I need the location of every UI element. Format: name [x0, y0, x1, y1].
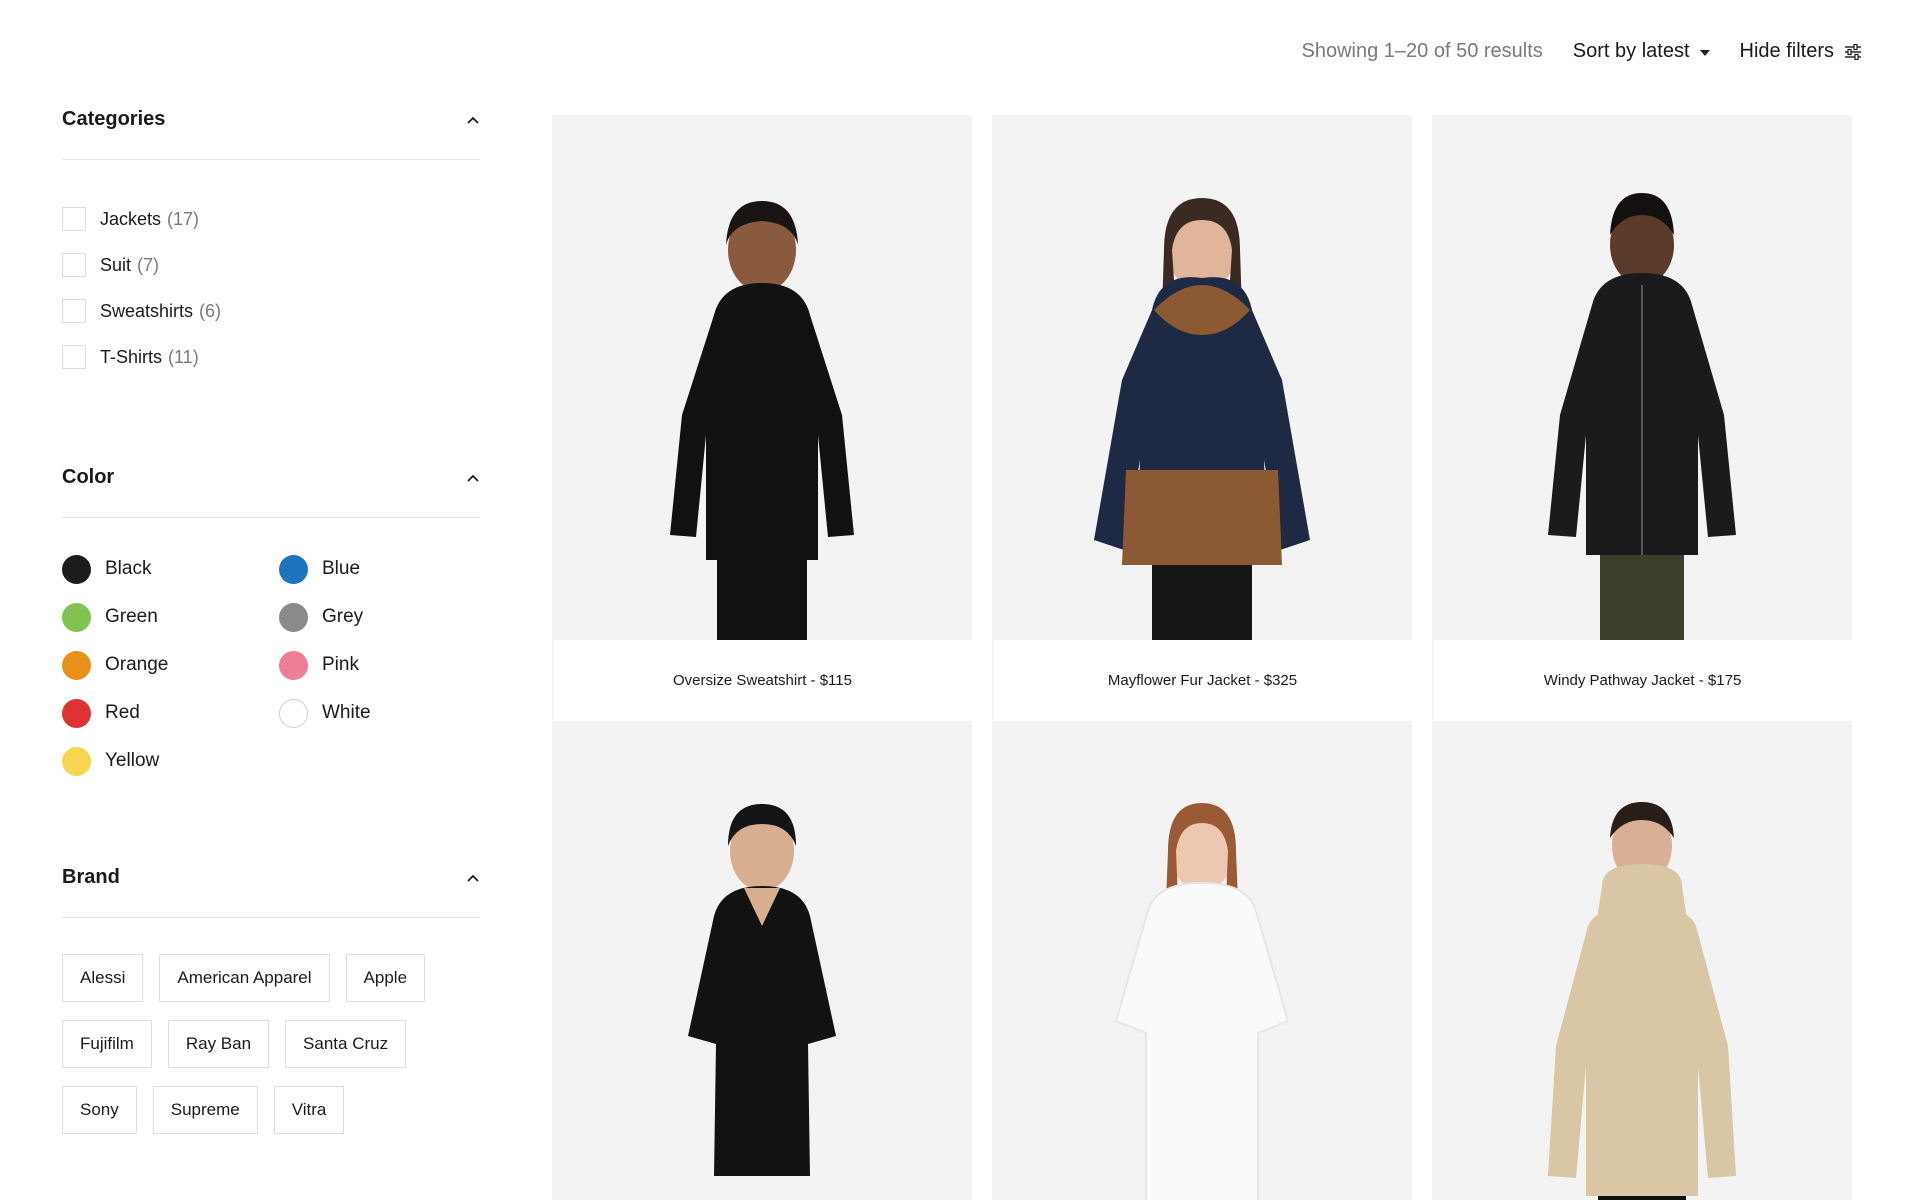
brand-tag-ray-ban[interactable]: Ray Ban: [167, 1020, 270, 1068]
model-photo: [670, 201, 854, 640]
product-card[interactable]: [1432, 721, 1852, 1200]
color-header[interactable]: Color: [62, 458, 480, 518]
product-card[interactable]: Windy Pathway Jacket - $175: [1432, 115, 1852, 720]
product-name[interactable]: Oversize Sweatshirt - $115: [552, 640, 972, 720]
chevron-up-icon[interactable]: [466, 115, 480, 125]
product-card[interactable]: Mayflower Fur Jacket - $325: [992, 115, 1412, 720]
shop-page: Showing 1–20 of 50 results Sort by lates…: [0, 0, 1920, 1200]
brand-list: Alessi American Apparel Apple Fujifilm R…: [62, 918, 462, 1134]
category-label: Sweatshirts: [100, 300, 194, 321]
category-label: T-Shirts: [100, 346, 163, 367]
color-option-green[interactable]: Green: [62, 602, 279, 632]
category-checkbox[interactable]: [62, 253, 86, 277]
category-checkbox[interactable]: [62, 299, 86, 323]
product-image[interactable]: [1432, 115, 1852, 640]
hide-filters-button[interactable]: Hide filters: [1740, 40, 1862, 63]
category-count: (17): [167, 208, 200, 229]
chevron-up-icon[interactable]: [466, 473, 480, 483]
caret-down-icon: [1699, 49, 1710, 56]
color-swatch: [279, 554, 308, 584]
brand-tag-supreme[interactable]: Supreme: [152, 1086, 258, 1134]
category-count: (11): [168, 346, 199, 367]
category-count: (6): [199, 300, 222, 321]
color-option-grey[interactable]: Grey: [279, 602, 479, 632]
model-photo: [1548, 193, 1736, 640]
color-option-yellow[interactable]: Yellow: [62, 746, 279, 776]
categories-filter: Categories Jackets (17) Suit (7) Sweatsh…: [62, 100, 480, 458]
category-label: Suit: [100, 254, 132, 275]
color-label: Red: [105, 702, 140, 723]
product-image[interactable]: [992, 115, 1412, 640]
color-label: Yellow: [105, 750, 160, 771]
brand-tag-american-apparel[interactable]: American Apparel: [159, 954, 330, 1002]
category-item-suit[interactable]: Suit (7): [62, 242, 480, 288]
product-name[interactable]: Mayflower Fur Jacket - $325: [992, 640, 1412, 720]
model-photo: [1548, 802, 1736, 1200]
color-swatch: [62, 746, 91, 776]
category-item-sweatshirts[interactable]: Sweatshirts (6): [62, 288, 480, 334]
brand-tag-vitra[interactable]: Vitra: [273, 1086, 345, 1134]
model-photo: [688, 804, 836, 1176]
color-title: Color: [62, 466, 115, 488]
brand-header[interactable]: Brand: [62, 858, 480, 918]
product-card[interactable]: [552, 721, 972, 1200]
color-label: White: [322, 702, 371, 723]
category-item-t-shirts[interactable]: T-Shirts (11): [62, 334, 480, 380]
color-option-red[interactable]: Red: [62, 698, 279, 728]
brand-tag-apple[interactable]: Apple: [345, 954, 426, 1002]
color-list: Black Blue Green Grey Orange Pink Red Wh…: [62, 518, 480, 776]
categories-list: Jackets (17) Suit (7) Sweatshirts (6) T-…: [62, 160, 480, 380]
color-label: Grey: [322, 606, 364, 627]
product-card[interactable]: Oversize Sweatshirt - $115: [552, 115, 972, 720]
brand-filter: Brand Alessi American Apparel Apple Fuji…: [62, 858, 480, 1134]
color-swatch: [62, 698, 91, 728]
categories-header[interactable]: Categories: [62, 100, 480, 160]
results-count: Showing 1–20 of 50 results: [1301, 40, 1543, 62]
brand-tag-alessi[interactable]: Alessi: [62, 954, 144, 1002]
color-swatch: [279, 602, 308, 632]
results-toolbar: Showing 1–20 of 50 results Sort by lates…: [1302, 40, 1862, 63]
product-image[interactable]: [552, 115, 972, 640]
color-label: Blue: [322, 558, 361, 579]
color-label: Green: [105, 606, 158, 627]
product-image[interactable]: [1432, 721, 1852, 1200]
brand-tag-sony[interactable]: Sony: [62, 1086, 137, 1134]
category-item-jackets[interactable]: Jackets (17): [62, 196, 480, 242]
color-option-pink[interactable]: Pink: [279, 650, 479, 680]
color-swatch: [62, 554, 91, 584]
product-image[interactable]: [992, 721, 1412, 1200]
product-image[interactable]: [552, 721, 972, 1200]
color-label: Orange: [105, 654, 169, 675]
sort-label: Sort by latest: [1572, 40, 1690, 62]
color-option-blue[interactable]: Blue: [279, 554, 479, 584]
category-checkbox[interactable]: [62, 345, 86, 369]
color-swatch: [279, 650, 308, 680]
color-label: Pink: [322, 654, 359, 675]
filters-sidebar: Categories Jackets (17) Suit (7) Sweatsh…: [62, 100, 480, 1134]
color-swatch: [279, 698, 308, 728]
category-count: (7): [137, 254, 160, 275]
model-photo: [1094, 198, 1310, 640]
brand-tag-fujifilm[interactable]: Fujifilm: [62, 1020, 152, 1068]
model-photo: [1114, 803, 1290, 1200]
color-label: Black: [105, 558, 152, 579]
color-option-orange[interactable]: Orange: [62, 650, 279, 680]
color-option-white[interactable]: White: [279, 698, 479, 728]
color-option-black[interactable]: Black: [62, 554, 279, 584]
product-name[interactable]: Windy Pathway Jacket - $175: [1432, 640, 1852, 720]
color-swatch: [62, 650, 91, 680]
chevron-up-icon[interactable]: [466, 873, 480, 883]
hide-filters-label: Hide filters: [1739, 40, 1834, 62]
category-checkbox[interactable]: [62, 207, 86, 231]
category-label: Jackets: [100, 208, 162, 229]
brand-tag-santa-cruz[interactable]: Santa Cruz: [285, 1020, 407, 1068]
color-filter: Color Black Blue Green Grey Orange Pink …: [62, 458, 480, 858]
categories-title: Categories: [62, 108, 166, 130]
brand-title: Brand: [62, 866, 120, 888]
sliders-icon: [1845, 43, 1861, 60]
color-swatch: [62, 602, 91, 632]
sort-dropdown[interactable]: Sort by latest: [1573, 40, 1710, 63]
product-card[interactable]: [992, 721, 1412, 1200]
